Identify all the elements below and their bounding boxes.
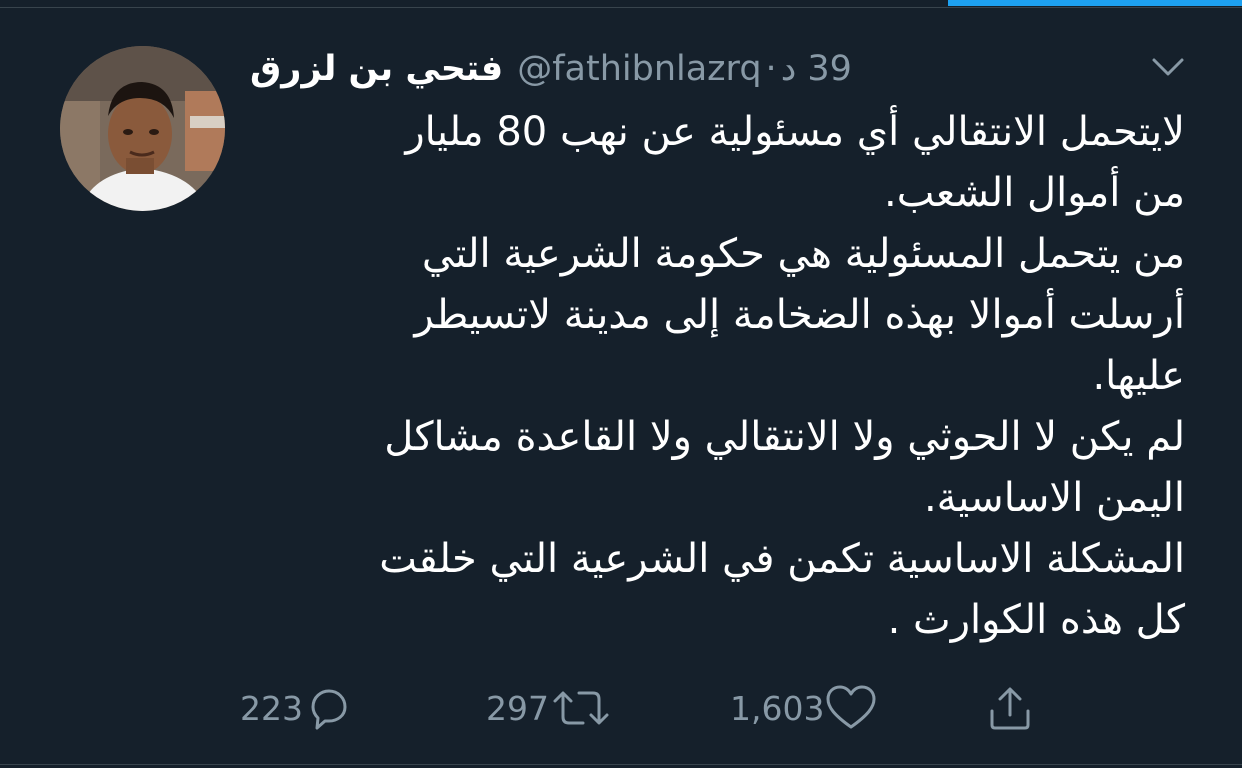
bottom-divider [0,764,1242,765]
tweet-text: لايتحمل الانتقالي أي مسئولية عن نهب 80 م… [280,102,1185,651]
tweet-text-line: أرسلت أموالا بهذه الضخامة إلى مدينة لاتس… [414,292,1185,338]
tweet-text-line: من أموال الشعب. [884,170,1185,216]
loading-progress-bar [948,0,1242,6]
reply-button[interactable]: 223 [240,680,353,736]
share-button[interactable] [984,680,1036,736]
header-separator: · [765,49,777,89]
tweet-text-line: من يتحمل المسئولية هي حكومة الشرعية التي [421,231,1185,277]
top-divider [0,7,1242,8]
tweet-text-line: المشكلة الاساسية تكمن في الشرعية التي خل… [379,536,1185,582]
retweet-count: 297 [486,688,549,728]
tweet-text-line: لايتحمل الانتقالي أي مسئولية عن نهب 80 م… [405,109,1185,155]
retweet-icon [553,691,609,725]
like-count: 1,603 [730,688,825,728]
avatar-photo [60,46,225,211]
reply-icon [311,689,347,730]
tweet-text-line: كل هذه الكوارث . [887,597,1185,643]
avatar[interactable] [60,46,225,211]
share-icon [990,687,1030,730]
chevron-down-icon[interactable] [1148,52,1188,82]
tweet-header: فتحي بن لزرق @fathibnlazrq · 39 د [250,42,980,96]
tweet-text-line: لم يكن لا الحوثي ولا الانتقالي ولا القاع… [384,414,1185,460]
heart-icon [826,685,876,729]
display-name[interactable]: فتحي بن لزرق [250,49,503,89]
user-handle[interactable]: @fathibnlazrq [517,49,761,89]
tweet-text-line: اليمن الاساسية. [923,475,1185,521]
reply-count: 223 [240,688,303,728]
retweet-button[interactable]: 297 [486,680,613,736]
tweet-timestamp[interactable]: 39 د [781,49,852,89]
like-button[interactable]: 1,603 [730,680,878,736]
tweet-text-line: عليها. [1092,353,1185,399]
